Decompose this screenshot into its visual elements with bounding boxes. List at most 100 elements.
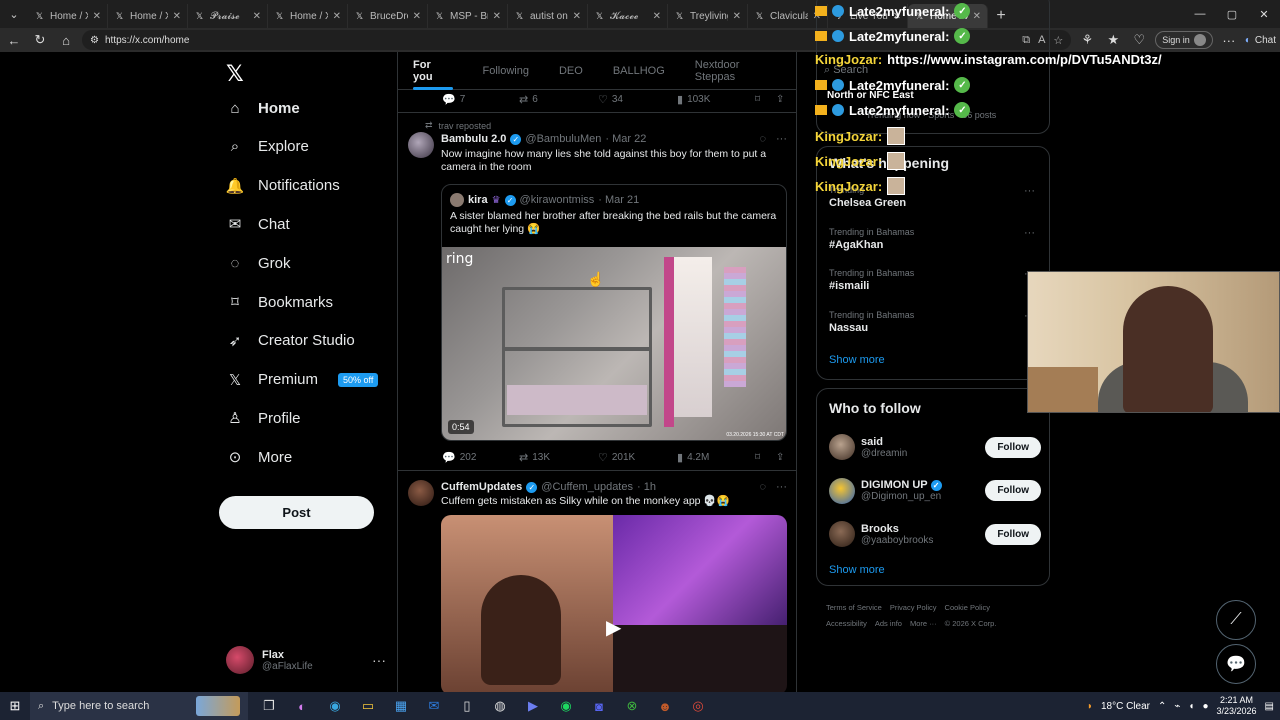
nav-item-grok[interactable]: ◌ Grok: [226, 254, 291, 272]
avatar[interactable]: [408, 132, 434, 158]
chevron-up-icon[interactable]: ⌃: [1158, 701, 1166, 712]
file-explorer-icon[interactable]: ▭: [357, 695, 379, 717]
close-icon[interactable]: ✕: [253, 11, 261, 22]
share-icon[interactable]: ⇪: [776, 94, 784, 105]
messages-float-icon[interactable]: 💬: [1216, 644, 1256, 684]
tab-deo[interactable]: DEO: [544, 52, 598, 90]
tweet-date[interactable]: · 1h: [637, 481, 656, 493]
browser-tab[interactable]: 𝕏 𝓚𝓪𝓬𝓮𝓮 ✕: [588, 4, 668, 28]
mail-icon[interactable]: ✉: [423, 695, 445, 717]
follow-button[interactable]: Follow: [985, 480, 1041, 501]
windows-start-icon[interactable]: ⊞: [0, 698, 30, 714]
tab-following[interactable]: Following: [468, 52, 544, 90]
show-more-link[interactable]: Show more: [829, 564, 885, 576]
chrome-icon[interactable]: ◎: [687, 695, 709, 717]
browser-tab[interactable]: 𝕏autist on X ✕: [508, 4, 588, 28]
browser-tab[interactable]: 𝕏 Home / X ✕: [28, 4, 108, 28]
video-player[interactable]: ▶: [441, 515, 787, 692]
notepad-icon[interactable]: ▯: [456, 695, 478, 717]
tweet-date[interactable]: · Mar 22: [605, 133, 646, 145]
x-logo-icon[interactable]: 𝕏: [226, 62, 244, 87]
browser-menu-icon[interactable]: ···: [1219, 30, 1239, 50]
post-button[interactable]: Post: [219, 496, 374, 529]
repost-button[interactable]: ⇄ 13K: [519, 451, 550, 464]
footer-link[interactable]: Cookie Policy: [945, 603, 990, 612]
footer-link[interactable]: Ads info: [875, 619, 902, 628]
nav-item-chat[interactable]: ✉ Chat: [226, 215, 290, 234]
weather-text[interactable]: 18°C Clear: [1101, 701, 1150, 712]
browser-tab[interactable]: 𝕏 BruceDrop ✕: [348, 4, 428, 28]
microphone-icon[interactable]: ●: [1202, 701, 1208, 712]
clock[interactable]: 2:21 AM 3/23/2026: [1217, 695, 1257, 717]
browser-tab[interactable]: 𝕏 Treyliving ✕: [668, 4, 748, 28]
browser-tab[interactable]: 𝕏 𝓟𝓻𝓪𝓲𝓼𝓮 ✕: [188, 4, 268, 28]
more-options-icon[interactable]: ···: [776, 133, 787, 145]
network-icon[interactable]: ⌁: [1174, 701, 1180, 712]
nav-item-home[interactable]: ⌂ Home: [226, 99, 299, 117]
trend-item[interactable]: Trending in Bahamas #AgaKhan ···: [829, 227, 1039, 251]
nav-item-notifications[interactable]: 🔔 Notifications: [226, 177, 340, 195]
tab-for-you[interactable]: For you: [398, 52, 468, 90]
follow-button[interactable]: Follow: [985, 523, 1041, 545]
footer-link[interactable]: Terms of Service: [826, 603, 882, 612]
browser-tab[interactable]: 𝕏 Home / X ✕: [268, 4, 348, 28]
follow-button[interactable]: Follow: [985, 436, 1041, 458]
nav-item-creator-studio[interactable]: ➶ Creator Studio: [226, 332, 355, 350]
browser-tab[interactable]: 𝕏 MSP - Braz ✕: [428, 4, 508, 28]
share-icon[interactable]: ⇪: [776, 452, 784, 463]
back-icon[interactable]: ←: [4, 30, 24, 50]
obs-icon[interactable]: ◍: [489, 695, 511, 717]
reply-button[interactable]: 💬 7: [442, 93, 465, 106]
discord-icon[interactable]: ◙: [588, 695, 610, 717]
more-options-icon[interactable]: ···: [372, 652, 386, 668]
grok-icon[interactable]: ◌: [759, 133, 766, 145]
edge-icon[interactable]: ◉: [324, 695, 346, 717]
copilot-chat-button[interactable]: ◐ Chat: [1245, 35, 1276, 46]
author-name[interactable]: CuffemUpdates: [441, 481, 522, 493]
bookmark-icon[interactable]: ⌑: [755, 452, 760, 463]
views-button[interactable]: ▮ 4.2M: [677, 451, 709, 464]
nav-item-premium[interactable]: 𝕏 Premium 50% off: [226, 371, 379, 389]
close-window-button[interactable]: ✕: [1248, 0, 1280, 28]
like-button[interactable]: ♡ 34: [598, 93, 623, 106]
author-handle[interactable]: @BambuluMen: [525, 133, 601, 145]
task-view-icon[interactable]: ❐: [258, 695, 280, 717]
close-icon[interactable]: ✕: [93, 11, 101, 22]
game-icon[interactable]: ☻: [654, 695, 676, 717]
xbox-icon[interactable]: ⊗: [621, 695, 643, 717]
more-options-icon[interactable]: ···: [1024, 227, 1035, 239]
close-icon[interactable]: ✕: [653, 11, 661, 22]
video-player[interactable]: ring 0:54 03.20.2026 15:30 AT CDT: [442, 247, 786, 440]
home-page-icon[interactable]: ⌂: [56, 30, 76, 50]
notifications-icon[interactable]: ▤: [1265, 701, 1274, 712]
close-icon[interactable]: ✕: [413, 11, 421, 22]
account-switcher[interactable]: Flax @aFlaxLife ···: [226, 646, 386, 674]
author-handle[interactable]: @Cuffem_updates: [541, 481, 633, 493]
site-info-icon[interactable]: ⚙: [90, 35, 99, 46]
nav-item-more[interactable]: ⊙ More: [226, 448, 292, 467]
quoted-tweet[interactable]: kira ♛ ✓ @kirawontmiss · Mar 21 A sister…: [441, 184, 787, 441]
bookmark-icon[interactable]: ⌑: [755, 94, 760, 105]
store-icon[interactable]: ▦: [390, 695, 412, 717]
close-icon[interactable]: ✕: [733, 11, 741, 22]
grok-icon[interactable]: ◌: [759, 481, 766, 493]
nav-item-explore[interactable]: ⌕ Explore: [226, 138, 309, 156]
more-options-icon[interactable]: ···: [776, 481, 787, 493]
footer-link[interactable]: More ···: [910, 619, 937, 628]
close-icon[interactable]: ✕: [573, 11, 581, 22]
nav-item-profile[interactable]: ♙ Profile: [226, 409, 300, 428]
reload-icon[interactable]: ↻: [30, 30, 50, 50]
close-icon[interactable]: ✕: [173, 11, 181, 22]
views-button[interactable]: ▮ 103K: [677, 93, 710, 106]
repost-button[interactable]: ⇄ 6: [519, 93, 538, 106]
tab-nextdoor-steppas[interactable]: Nextdoor Steppas: [680, 52, 796, 90]
taskbar-search[interactable]: ⌕ Type here to search: [30, 692, 248, 720]
footer-link[interactable]: Privacy Policy: [890, 603, 937, 612]
copilot-icon[interactable]: ◐: [291, 695, 313, 717]
follow-suggestion[interactable]: Brooks @yaaboybrooks Follow: [829, 521, 1041, 547]
tab-menu-button[interactable]: ⌄: [0, 0, 28, 28]
nav-item-bookmarks[interactable]: ⌑ Bookmarks: [226, 293, 333, 312]
avatar[interactable]: [408, 480, 434, 506]
follow-suggestion[interactable]: DIGIMON UP ✓ @Digimon_up_en Follow: [829, 477, 1041, 504]
show-more-link[interactable]: Show more: [829, 354, 885, 366]
